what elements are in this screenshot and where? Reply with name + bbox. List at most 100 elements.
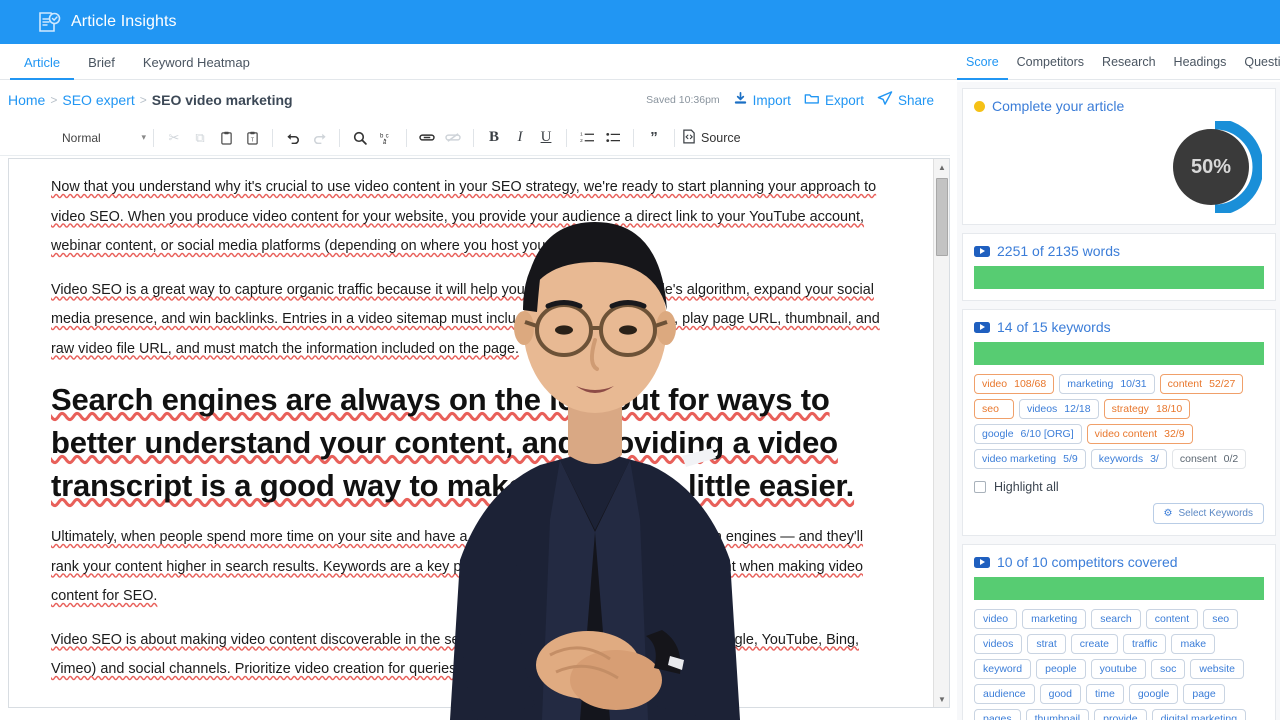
source-button[interactable]: Source xyxy=(682,129,741,147)
keyword-chip[interactable]: video 108/68 xyxy=(974,374,1055,394)
keyword-chip[interactable]: keywords 3/ xyxy=(1090,449,1167,469)
competitor-chip[interactable]: google xyxy=(1128,684,1179,704)
undo-icon[interactable] xyxy=(282,127,304,149)
breadcrumb-item-home[interactable]: Home xyxy=(8,92,45,108)
paste-icon[interactable] xyxy=(215,127,237,149)
highlight-all-checkbox[interactable] xyxy=(974,481,986,493)
tab-headings[interactable]: Headings xyxy=(1165,45,1236,80)
keyword-chip[interactable]: video marketing 5/9 xyxy=(974,449,1086,469)
copy-icon[interactable]: ⧉ xyxy=(189,127,211,149)
competitor-chip[interactable]: marketing xyxy=(1022,609,1087,629)
competitor-chip[interactable]: soc xyxy=(1151,659,1186,679)
competitor-chip[interactable]: traffic xyxy=(1122,634,1167,654)
tab-research[interactable]: Research xyxy=(1093,45,1165,80)
scrollbar-thumb[interactable] xyxy=(936,178,948,256)
highlight-all-label: Highlight all xyxy=(994,480,1059,494)
breadcrumb-item-seo-expert[interactable]: SEO expert xyxy=(62,92,134,108)
bold-button[interactable]: B xyxy=(483,127,505,149)
keyword-chip[interactable]: consent 0/2 xyxy=(1171,449,1247,469)
keyword-term: consent xyxy=(1179,453,1217,465)
competitor-chip[interactable]: videos xyxy=(974,634,1023,654)
keyword-chip[interactable]: video content 32/9 xyxy=(1086,424,1193,444)
keywords-progress-bar xyxy=(974,342,1264,365)
editor-scrollbar[interactable]: ▲ ▼ xyxy=(933,159,949,707)
competitor-chip[interactable]: content xyxy=(1145,609,1199,629)
competitor-chip[interactable]: time xyxy=(1085,684,1124,704)
competitor-chip[interactable]: seo xyxy=(1203,609,1239,629)
score-sidebar: Complete your article 50% 2251 of 2135 w… xyxy=(957,82,1280,720)
competitor-chip-list: video marketing search content seo video… xyxy=(974,609,1264,720)
cut-icon[interactable]: ✂ xyxy=(163,127,185,149)
competitor-chip[interactable]: pages xyxy=(974,709,1021,720)
tab-keyword-heatmap[interactable]: Keyword Heatmap xyxy=(129,45,264,80)
video-icon[interactable] xyxy=(974,321,990,333)
link-icon[interactable] xyxy=(416,127,438,149)
blockquote-icon[interactable]: ” xyxy=(643,127,665,149)
competitor-chip[interactable]: search xyxy=(1091,609,1141,629)
share-button[interactable]: Share xyxy=(877,91,934,109)
divider xyxy=(272,128,273,147)
unlink-icon[interactable] xyxy=(442,127,464,149)
competitor-chip[interactable]: video xyxy=(974,609,1018,629)
highlight-all-row[interactable]: Highlight all xyxy=(974,480,1264,494)
words-progress-fill xyxy=(974,266,1264,289)
search-icon[interactable] xyxy=(349,127,371,149)
competitor-chip[interactable]: youtube xyxy=(1090,659,1147,679)
competitor-chip[interactable]: digital marketing xyxy=(1151,709,1247,720)
bulleted-list-icon[interactable] xyxy=(602,127,624,149)
keyword-chip[interactable]: content 52/27 xyxy=(1159,374,1244,394)
score-gauge-row: 50% xyxy=(974,118,1264,216)
import-icon xyxy=(733,91,748,109)
competitor-chip[interactable]: strat xyxy=(1027,634,1066,654)
keyword-chip[interactable]: marketing 10/31 xyxy=(1059,374,1155,394)
tab-competitors[interactable]: Competitors xyxy=(1008,45,1093,80)
tab-article[interactable]: Article xyxy=(10,45,75,80)
tab-brief[interactable]: Brief xyxy=(74,45,129,80)
video-icon[interactable] xyxy=(974,245,990,257)
competitor-chip[interactable]: audience xyxy=(974,684,1035,704)
select-keywords-button[interactable]: ⚙ Select Keywords xyxy=(1152,503,1264,524)
sidebar-tabs: Score Competitors Research Headings Ques… xyxy=(957,44,1280,80)
svg-text:T: T xyxy=(250,137,254,143)
scroll-up-arrow-icon[interactable]: ▲ xyxy=(934,159,949,175)
tab-questions[interactable]: Questions xyxy=(1235,45,1280,80)
keyword-term: video marketing xyxy=(982,453,1057,465)
keyword-chip[interactable]: google 6/10 [ORG] xyxy=(974,424,1082,444)
competitors-label: 10 of 10 competitors covered xyxy=(997,554,1178,570)
competitor-chip[interactable]: page xyxy=(1183,684,1225,704)
redo-icon[interactable] xyxy=(308,127,330,149)
tab-score[interactable]: Score xyxy=(957,45,1008,80)
competitor-chip[interactable]: thumbnail xyxy=(1025,709,1090,720)
paragraph-format-value: Normal xyxy=(62,130,101,145)
article-document-icon xyxy=(36,9,62,35)
svg-text:a: a xyxy=(382,140,386,145)
competitor-chip[interactable]: provide xyxy=(1094,709,1147,720)
paste-as-text-icon[interactable]: T xyxy=(241,127,263,149)
score-gauge: 50% xyxy=(1168,118,1264,216)
competitor-chip[interactable]: good xyxy=(1039,684,1081,704)
underline-button[interactable]: U xyxy=(535,127,557,149)
import-button[interactable]: Import xyxy=(733,91,791,109)
brand[interactable]: Article Insights xyxy=(36,9,177,35)
competitor-chip[interactable]: make xyxy=(1171,634,1216,654)
competitor-chip[interactable]: keyword xyxy=(974,659,1032,679)
competitor-chip[interactable]: website xyxy=(1190,659,1244,679)
competitor-chip[interactable]: people xyxy=(1036,659,1086,679)
keyword-term: google xyxy=(982,428,1014,440)
scroll-down-arrow-icon[interactable]: ▼ xyxy=(934,691,949,707)
breadcrumb-separator: > xyxy=(139,93,147,107)
paragraph-format-select[interactable]: Normal ▾ xyxy=(62,127,146,149)
keyword-chip[interactable]: videos 12/18 xyxy=(1018,399,1099,419)
divider xyxy=(473,128,474,147)
document-actions: Saved 10:36pm Import Export Share xyxy=(646,80,934,120)
export-button[interactable]: Export xyxy=(804,91,864,109)
numbered-list-icon[interactable]: 12 xyxy=(576,127,598,149)
italic-button[interactable]: I xyxy=(509,127,531,149)
competitor-chip[interactable]: create xyxy=(1070,634,1118,654)
keyword-chip[interactable]: seo xyxy=(974,399,1014,419)
article-editor[interactable]: Now that you understand why it's crucial… xyxy=(9,159,924,707)
keyword-chip[interactable]: strategy 18/10 xyxy=(1103,399,1191,419)
card-header: 10 of 10 competitors covered xyxy=(974,554,1264,570)
video-icon[interactable] xyxy=(974,556,990,568)
replace-icon[interactable]: bca xyxy=(375,127,397,149)
